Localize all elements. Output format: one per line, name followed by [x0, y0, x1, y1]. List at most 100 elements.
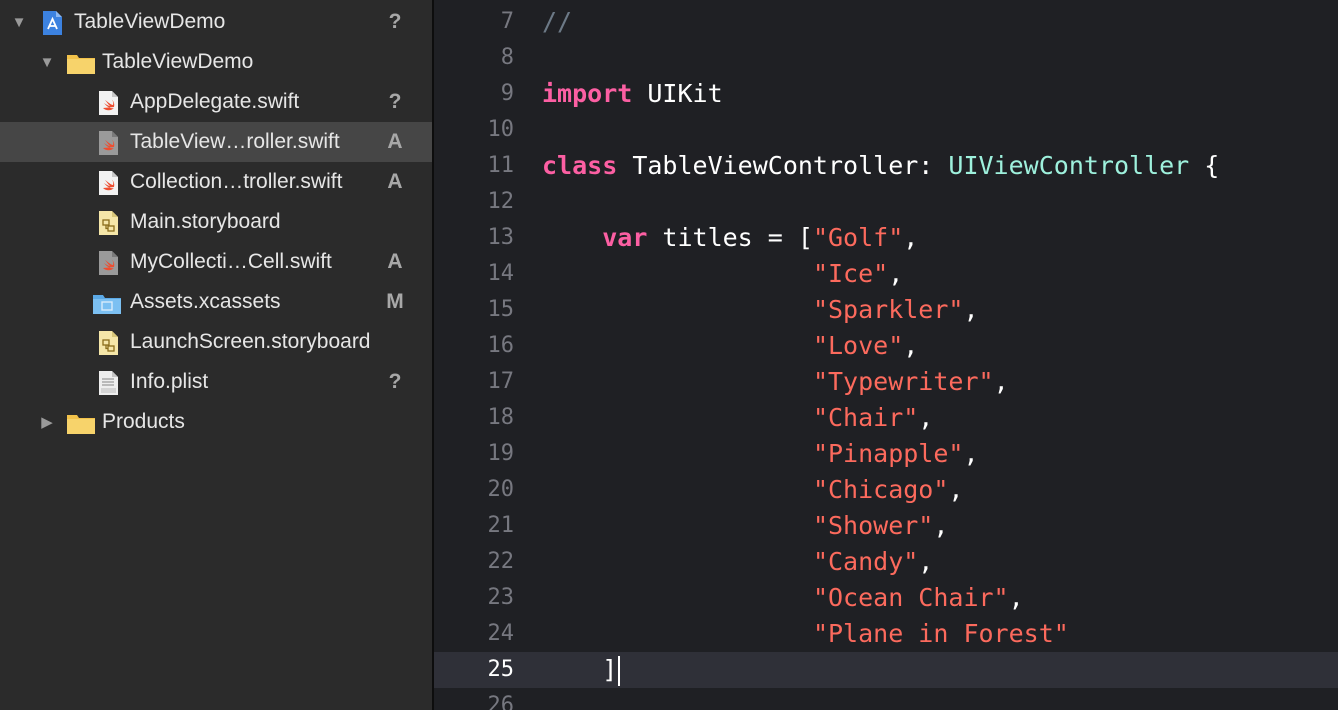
scm-status-badge: A: [387, 170, 403, 193]
code-line[interactable]: 8: [434, 40, 1338, 76]
code-line[interactable]: 7 //: [434, 4, 1338, 40]
line-number: 11: [487, 153, 515, 178]
code-text: "Love",: [542, 328, 918, 364]
navigator-item-info-plist[interactable]: Info.plist ?: [0, 362, 432, 402]
code-token-plain: UIKit: [632, 79, 723, 108]
swift-file-icon: [99, 251, 118, 275]
code-line[interactable]: 19 "Pinapple",: [434, 436, 1338, 472]
code-line[interactable]: 23 "Ocean Chair",: [434, 580, 1338, 616]
code-text: "Chair",: [542, 400, 933, 436]
storyboard-file-icon: [99, 211, 118, 235]
line-number: 26: [487, 693, 515, 710]
code-line[interactable]: 21 "Shower",: [434, 508, 1338, 544]
navigator-item-collectionviewcontroller[interactable]: Collection…troller.swift A: [0, 162, 432, 202]
code-line[interactable]: 11 class TableViewController: UIViewContr…: [434, 148, 1338, 184]
line-number: 8: [500, 45, 514, 70]
code-text: "Plane in Forest": [542, 616, 1069, 652]
plist-file-icon: [99, 371, 118, 395]
code-token-string: "Chicago": [812, 475, 949, 504]
code-line[interactable]: 13 var titles = ["Golf",: [434, 220, 1338, 256]
code-text: "Candy",: [542, 544, 933, 580]
navigator-item-launchscreen[interactable]: LaunchScreen.storyboard: [0, 322, 432, 362]
line-number: 9: [500, 81, 514, 106]
disclosure-expanded-icon[interactable]: ▼: [38, 53, 56, 71]
code-line[interactable]: 24 "Plane in Forest": [434, 616, 1338, 652]
folder-icon: [67, 415, 95, 434]
code-line[interactable]: 20 "Chicago",: [434, 472, 1338, 508]
code-text: class TableViewController: UIViewControl…: [542, 148, 1219, 184]
code-text: "Ice",: [542, 256, 903, 292]
code-line[interactable]: 18 "Chair",: [434, 400, 1338, 436]
scm-status-badge: A: [387, 250, 403, 273]
navigator-item-assets[interactable]: Assets.xcassets M: [0, 282, 432, 322]
line-number: 12: [487, 189, 515, 214]
code-token-string: "Candy": [812, 547, 919, 576]
code-token-string: "Sparkler": [812, 295, 964, 324]
navigator-item-label: MyCollecti…Cell.swift: [130, 250, 332, 273]
project-navigator: ▼ TableViewDemo ? ▼ TableViewDemo AppDel…: [0, 0, 434, 710]
code-line[interactable]: 9 import UIKit: [434, 76, 1338, 112]
code-text: "Pinapple",: [542, 436, 979, 472]
line-number: 13: [487, 225, 515, 250]
code-token-string: "Pinapple": [812, 439, 964, 468]
code-token-plain: ,: [948, 475, 964, 504]
code-text: //: [542, 4, 572, 40]
line-number: 18: [487, 405, 515, 430]
navigator-item-label: Assets.xcassets: [130, 290, 281, 313]
code-line[interactable]: 14 "Ice",: [434, 256, 1338, 292]
code-token-string: "Typewriter": [812, 367, 994, 396]
swift-file-icon: [99, 131, 118, 155]
disclosure-collapsed-icon[interactable]: ▶: [38, 413, 56, 431]
storyboard-file-icon: [99, 331, 118, 355]
line-number: 25: [487, 657, 515, 682]
navigator-item-tableviewcontroller[interactable]: TableView…roller.swift A: [0, 122, 432, 162]
asset-catalog-icon: [93, 295, 121, 314]
navigator-item-label: AppDelegate.swift: [130, 90, 300, 113]
code-line[interactable]: 15 "Sparkler",: [434, 292, 1338, 328]
code-line[interactable]: 12: [434, 184, 1338, 220]
navigator-item-project[interactable]: ▼ TableViewDemo ?: [0, 2, 432, 42]
navigator-item-group-tableviewdemo[interactable]: ▼ TableViewDemo: [0, 42, 432, 82]
code-token-plain: {: [1189, 151, 1220, 180]
scm-status-badge: ?: [388, 370, 402, 393]
navigator-item-label: LaunchScreen.storyboard: [130, 330, 371, 353]
code-line[interactable]: 10: [434, 112, 1338, 148]
scm-status-badge: ?: [388, 90, 402, 113]
code-line[interactable]: 17 "Typewriter",: [434, 364, 1338, 400]
code-text: "Typewriter",: [542, 364, 1009, 400]
code-line[interactable]: 26: [434, 688, 1338, 710]
code-text: "Chicago",: [542, 472, 964, 508]
navigator-item-appdelegate[interactable]: AppDelegate.swift ?: [0, 82, 432, 122]
scm-status-badge: M: [386, 290, 404, 313]
code-token-plain: ,: [903, 331, 919, 360]
line-number: 7: [500, 9, 514, 34]
source-editor[interactable]: 7 // 8 9 import UIKit 10 11 class TableViewCont…: [434, 0, 1338, 710]
disclosure-expanded-icon[interactable]: ▼: [10, 13, 28, 31]
navigator-item-label: Collection…troller.swift: [130, 170, 343, 193]
code-line[interactable]: 16 "Love",: [434, 328, 1338, 364]
navigator-item-mycollectionviewcell[interactable]: MyCollecti…Cell.swift A: [0, 242, 432, 282]
code-token-plain: ,: [963, 295, 979, 324]
code-text: "Ocean Chair",: [542, 580, 1024, 616]
scm-status-badge: ?: [388, 10, 402, 33]
code-line[interactable]: 22 "Candy",: [434, 544, 1338, 580]
code-token-string: "Plane in Forest": [812, 619, 1069, 648]
code-text: import UIKit: [542, 76, 723, 112]
text-cursor: [618, 656, 621, 686]
code-token-plain: ,: [993, 367, 1009, 396]
code-token-plain: ,: [888, 259, 904, 288]
navigator-item-label: TableView…roller.swift: [130, 130, 340, 153]
code-token-string: "Shower": [812, 511, 934, 540]
code-text: var titles = ["Golf",: [542, 220, 918, 256]
navigator-item-group-products[interactable]: ▶ Products: [0, 402, 432, 442]
code-token-plain: ,: [903, 223, 919, 252]
swift-file-icon: [99, 171, 118, 195]
code-line[interactable]: 25 ]: [434, 652, 1338, 688]
navigator-item-main-storyboard[interactable]: Main.storyboard: [0, 202, 432, 242]
